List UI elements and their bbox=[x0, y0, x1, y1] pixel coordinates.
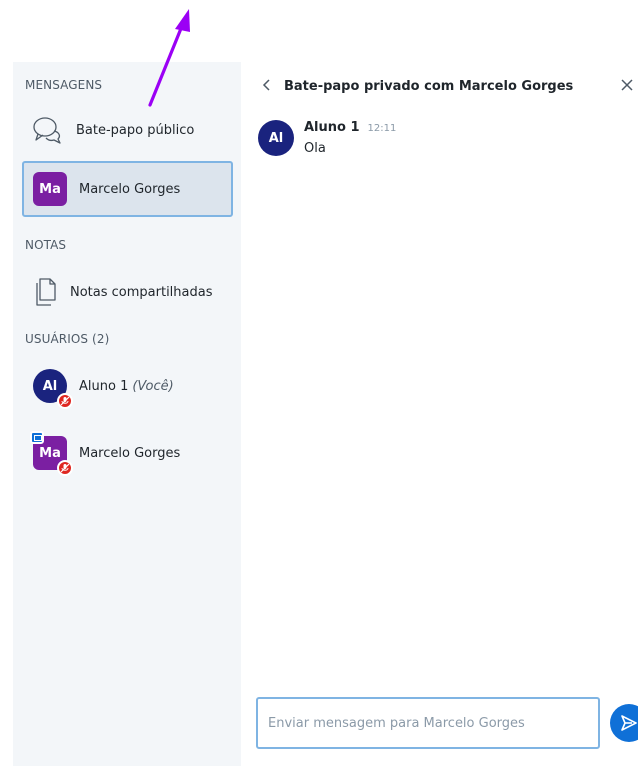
message-author: Aluno 1 bbox=[304, 120, 360, 135]
chat-bubbles-icon bbox=[32, 115, 64, 145]
message-time: 12:11 bbox=[367, 123, 397, 134]
close-icon[interactable] bbox=[620, 74, 634, 96]
message-body: Aluno 1 12:11 Ola bbox=[304, 120, 396, 156]
shared-notes-label: Notas compartilhadas bbox=[70, 284, 213, 300]
sidebar: MENSAGENS Bate-papo público Ma Marcelo G… bbox=[13, 62, 241, 766]
notes-section-title: NOTAS bbox=[25, 238, 67, 252]
avatar: Al bbox=[258, 120, 294, 156]
avatar-initials: Ma bbox=[39, 445, 61, 461]
avatar-initials: Ma bbox=[39, 181, 61, 197]
muted-microphone-icon bbox=[57, 460, 73, 476]
avatar-initials: Al bbox=[42, 378, 58, 394]
send-button[interactable] bbox=[610, 704, 638, 742]
message-input[interactable] bbox=[256, 697, 600, 749]
you-label: (Você) bbox=[132, 378, 174, 394]
message-meta: Aluno 1 12:11 bbox=[304, 120, 396, 135]
private-chat-label: Marcelo Gorges bbox=[79, 181, 181, 197]
user-name-text: Aluno 1 bbox=[79, 378, 129, 394]
public-chat-label: Bate-papo público bbox=[76, 122, 195, 138]
chat-header: Bate-papo privado com Marcelo Gorges bbox=[262, 74, 638, 98]
muted-microphone-icon bbox=[57, 393, 73, 409]
public-chat-item[interactable]: Bate-papo público bbox=[22, 102, 233, 158]
user-name: Aluno 1 (Você) bbox=[79, 379, 174, 394]
app-window: MENSAGENS Bate-papo público Ma Marcelo G… bbox=[0, 0, 638, 766]
private-chat-item[interactable]: Ma Marcelo Gorges bbox=[22, 161, 233, 217]
message-text: Ola bbox=[304, 141, 326, 156]
send-icon bbox=[620, 714, 638, 732]
user-list-item[interactable]: Al Aluno 1 (Você) bbox=[22, 358, 233, 414]
user-name: Marcelo Gorges bbox=[79, 445, 181, 461]
chat-message: Al Aluno 1 12:11 Ola bbox=[258, 120, 396, 156]
presenter-icon bbox=[30, 431, 44, 444]
shared-notes-item[interactable]: Notas compartilhadas bbox=[22, 264, 233, 320]
user-list-item[interactable]: Ma Marcelo Gorges bbox=[22, 425, 233, 481]
avatar-initials: Al bbox=[268, 130, 284, 146]
avatar: Ma bbox=[30, 431, 73, 476]
document-icon bbox=[34, 277, 58, 307]
messages-section-title: MENSAGENS bbox=[25, 78, 103, 92]
users-section-title: USUÁRIOS (2) bbox=[25, 332, 110, 346]
avatar: Al bbox=[33, 369, 73, 409]
chevron-left-icon[interactable] bbox=[262, 77, 280, 96]
avatar: Ma bbox=[33, 172, 67, 206]
chat-title[interactable]: Bate-papo privado com Marcelo Gorges bbox=[284, 79, 573, 94]
